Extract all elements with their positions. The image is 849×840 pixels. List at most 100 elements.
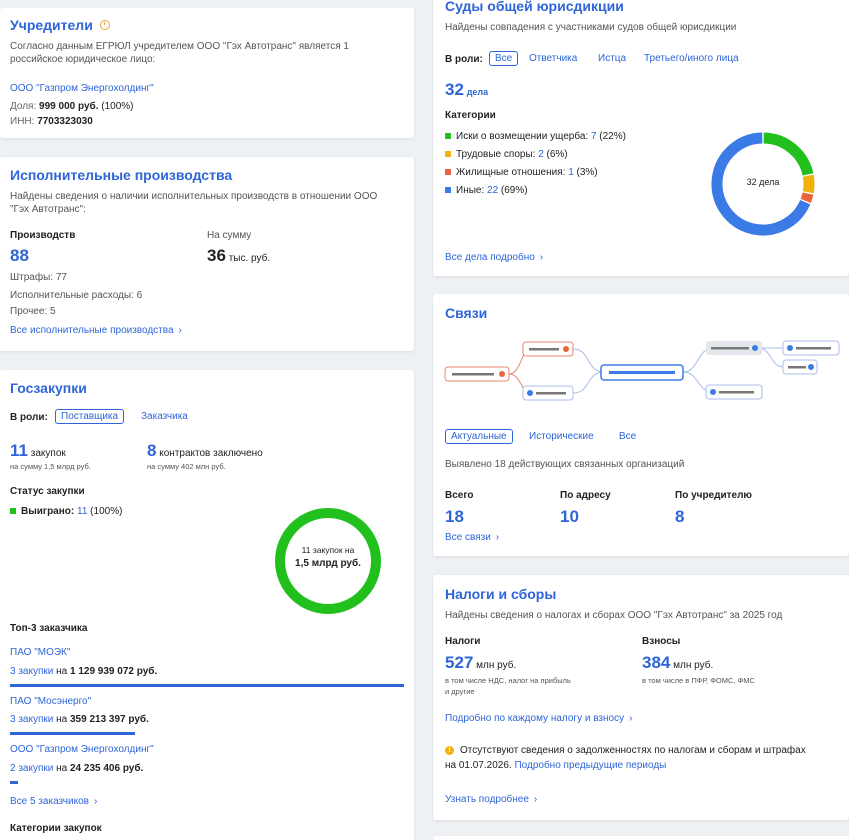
exec-expenses: Исполнительные расходы: 6 — [10, 290, 143, 301]
procurement-title: Госзакупки — [10, 380, 87, 396]
courts-role-all[interactable]: Все — [489, 51, 519, 66]
customer-2-stats: 3 закупки на 359 213 397 руб. — [10, 714, 149, 725]
fees-value: 384 млн руб. — [642, 653, 714, 672]
founders-title: Учредители — [10, 17, 110, 33]
procurement-donut[interactable]: 11 закупок на 1,5 млрд руб. — [275, 508, 381, 614]
courts-all-link[interactable]: Все дела подробно › — [445, 252, 543, 265]
blue-square-icon — [445, 187, 451, 193]
links-tab-historic[interactable]: Исторические — [529, 431, 594, 444]
chevron-right-icon: › — [539, 252, 544, 263]
exec-sum-unit: тыс. руб. — [228, 253, 271, 264]
customer-3-bar — [10, 781, 18, 784]
taxes-card: Налоги и сборы Найдены сведения о налога… — [433, 575, 849, 820]
exec-count-value[interactable]: 88 — [10, 245, 29, 266]
links-tab-actual[interactable]: Актуальные — [445, 429, 513, 444]
links-total-value[interactable]: 18 — [445, 506, 464, 527]
courts-donut-slice-0[interactable] — [763, 132, 814, 176]
court-cat-labor: Трудовые споры: 2 (6%) — [445, 149, 568, 162]
contracts-sum: на сумму 402 млн руб. — [147, 462, 226, 471]
links-addr-value[interactable]: 10 — [560, 506, 579, 527]
exec-card: Исполнительные производства Найдены свед… — [0, 157, 414, 351]
taxes-note-2: и другие — [445, 687, 475, 696]
clock-icon[interactable] — [99, 20, 110, 30]
customer-3-stats: 2 закупки на 24 235 406 руб. — [10, 763, 144, 774]
customer-2-name[interactable]: ПАО "Мосэнерго" — [10, 696, 91, 709]
fees-label: Взносы — [642, 636, 681, 647]
next-card-edge — [433, 836, 849, 840]
status-label: Статус закупки — [10, 486, 85, 497]
founder-share: Доля: 999 000 руб. (100%) — [10, 101, 134, 112]
exec-desc-2: "Гэх Автотранс": — [10, 204, 86, 215]
purchases-sum: на сумму 1,5 млрд руб. — [10, 462, 91, 471]
court-cat-housing: Жилищные отношения: 1 (3%) — [445, 167, 598, 180]
links-title: Связи — [445, 305, 488, 321]
chevron-right-icon: › — [533, 794, 538, 805]
chevron-right-icon: › — [178, 325, 182, 336]
taxes-warning-1: Отсутствуют сведения о задолженностях по… — [460, 745, 806, 756]
links-all-link[interactable]: Все связи › — [445, 532, 499, 545]
links-founder-value[interactable]: 8 — [675, 506, 684, 527]
links-card: Связи Актуальные Исторические Все Выявле… — [433, 294, 849, 556]
founder-company-link[interactable]: ООО "Газпром Энергохолдинг" — [10, 83, 154, 96]
courts-total: 32 дела — [445, 80, 489, 99]
customer-3-name[interactable]: ООО "Газпром Энергохолдинг" — [10, 744, 154, 757]
courts-role-label: В роли: — [445, 54, 483, 65]
procurement-donut-l1: 11 закупок на — [301, 545, 355, 555]
exec-sum-label: На сумму — [207, 230, 252, 241]
courts-role-plaintiff[interactable]: Истца — [598, 53, 626, 66]
taxes-desc: Найдены сведения о налогах и сборах ООО … — [445, 610, 783, 621]
courts-desc: Найдены совпадения с участниками судов о… — [445, 22, 737, 33]
founders-title-text: Учредители — [10, 17, 93, 33]
chevron-right-icon: › — [495, 532, 500, 543]
procurement-donut-l2: 1,5 млрд руб. — [295, 558, 361, 569]
courts-donut-slice-2[interactable] — [800, 192, 814, 203]
links-tab-all[interactable]: Все — [619, 431, 636, 444]
taxes-label: Налоги — [445, 636, 481, 647]
fees-note: в том числе в ПФР, ФОМС, ФМС — [642, 676, 755, 685]
courts-role-third[interactable]: Третьего/иного лица — [644, 53, 739, 66]
procurement-card: Госзакупки В роли: Поставщика Заказчика … — [0, 370, 414, 840]
founders-desc-2: российское юридическое лицо: — [10, 54, 156, 65]
taxes-warning-2: на 01.07.2026. Подробно предыдущие перио… — [445, 760, 667, 771]
courts-title: Суды общей юрисдикции — [445, 0, 624, 14]
exec-title: Исполнительные производства — [10, 167, 233, 183]
green-square-icon — [10, 508, 16, 514]
customer-2-bar — [10, 732, 135, 735]
links-addr-label: По адресу — [560, 490, 611, 501]
exec-sum-value: 36 — [207, 246, 226, 265]
top3-label: Топ-3 заказчика — [10, 623, 88, 634]
links-desc: Выявлено 18 действующих связанных органи… — [445, 459, 685, 470]
purchases-count: 11 закупок — [10, 441, 66, 460]
founders-desc-1: Согласно данным ЕГРЮЛ учредителем ООО "Г… — [10, 41, 349, 52]
exec-all-link[interactable]: Все исполнительные производства › — [10, 325, 182, 338]
taxes-detail-link[interactable]: Подробно по каждому налогу и взносу › — [445, 713, 632, 726]
links-founder-label: По учредителю — [675, 490, 752, 501]
customer-1-stats: 3 закупки на 1 129 939 072 руб. — [10, 666, 158, 677]
yellow-square-icon — [445, 151, 451, 157]
court-cat-damage: Иски о возмещении ущерба: 7 (22%) — [445, 131, 626, 144]
customer-1-bar — [10, 684, 404, 687]
taxes-more-link[interactable]: Узнать подробнее › — [445, 794, 537, 807]
role-customer-tab[interactable]: Заказчика — [141, 411, 188, 424]
exec-count-label: Производств — [10, 230, 76, 241]
exec-other: Прочее: 5 — [10, 306, 56, 317]
role-supplier-tab[interactable]: Поставщика — [55, 409, 125, 424]
warning-icon: ! — [445, 746, 454, 755]
courts-role-defendant[interactable]: Ответчика — [529, 53, 577, 66]
green-square-icon — [445, 133, 451, 139]
categories-label: Категории закупок — [10, 823, 102, 834]
procurement-role-label: В роли: — [10, 412, 48, 423]
taxes-value: 527 млн руб. — [445, 653, 517, 672]
court-cat-other: Иные: 22 (69%) — [445, 185, 528, 198]
chevron-right-icon: › — [629, 713, 633, 724]
courts-donut-center: 32 дела — [746, 177, 780, 187]
links-total-label: Всего — [445, 490, 474, 501]
customer-1-name[interactable]: ПАО "МОЭК" — [10, 647, 70, 660]
all-customers-link[interactable]: Все 5 заказчиков › — [10, 796, 97, 809]
connections-graph[interactable] — [441, 338, 849, 408]
courts-categories-label: Категории — [445, 110, 496, 121]
orange-square-icon — [445, 169, 451, 175]
chevron-right-icon: › — [93, 796, 98, 807]
taxes-title: Налоги и сборы — [445, 586, 557, 602]
contracts-count: 8 контрактов заключено — [147, 441, 263, 460]
